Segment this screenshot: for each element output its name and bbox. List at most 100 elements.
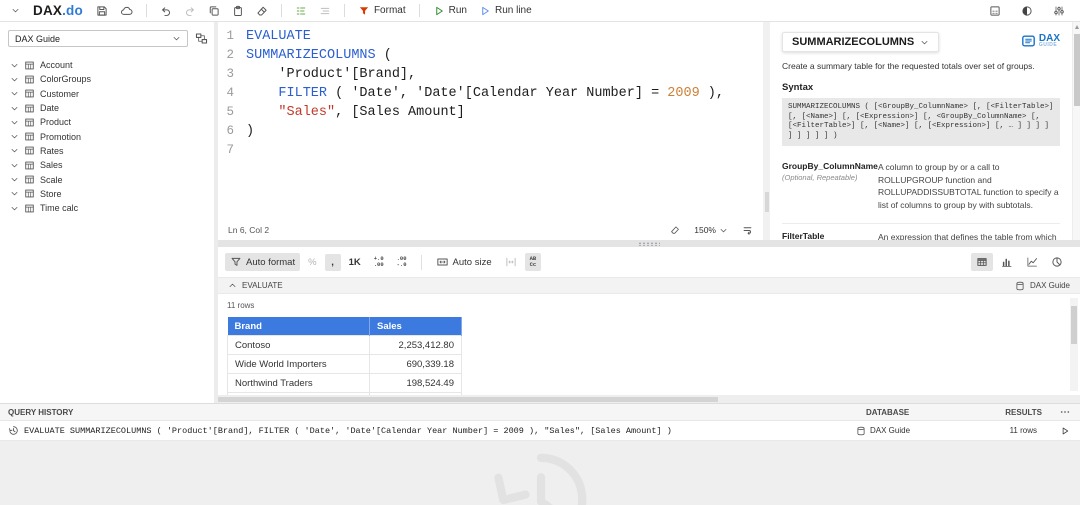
code-line-4[interactable]: 4 FILTER ( 'Date', 'Date'[Calendar Year … [218,84,763,103]
table-icon [24,203,35,214]
dax-editor[interactable]: 1 EVALUATE 2 SUMMARIZECOLUMNS (3 'Product'[… [218,22,763,240]
auto-format-button[interactable]: Auto format [225,253,301,271]
column-header-sales[interactable]: Sales [369,317,462,336]
undo-button[interactable] [157,4,175,18]
save-button[interactable] [93,4,111,18]
history-run-button[interactable] [1042,426,1070,436]
code-line-2[interactable]: 2 SUMMARIZECOLUMNS ( [218,46,763,65]
expand-lines-button[interactable] [292,4,310,18]
code-line-6[interactable]: 6) [218,122,763,141]
tree-chevron-icon [10,189,19,198]
redo-icon [184,5,196,17]
table-row: Northwind Traders 198,524.49 [227,373,462,393]
run-label: Run [448,5,467,16]
bar-chart-button[interactable] [996,253,1018,271]
sidebar-table-account[interactable]: Account [0,58,214,72]
comma-button[interactable]: , [324,253,341,271]
code-line-3[interactable]: 3 'Product'[Brand], [218,65,763,84]
run-button[interactable]: Run [430,4,470,18]
results-scrollbar[interactable] [1070,298,1078,391]
sidebar-table-sales[interactable]: Sales [0,158,214,172]
history-watermark-icon [483,441,599,505]
results-hscrollbar[interactable] [218,395,1080,403]
table-label: ColorGroups [40,74,92,85]
results-splitter[interactable] [218,240,1080,247]
auto-size-button[interactable]: Auto size [431,253,497,271]
layout-button[interactable] [986,4,1004,18]
paste-icon [232,5,244,17]
code-line-5[interactable]: 5 "Sales", [Sales Amount] [218,103,763,122]
theme-button[interactable] [1018,4,1036,18]
clear-editor-button[interactable] [253,4,271,18]
results-scroll-thumb[interactable] [1071,306,1077,344]
docs-scroll-thumb[interactable] [1074,34,1080,106]
percent-button[interactable]: % [303,254,321,271]
format-button[interactable]: Format [355,4,409,18]
sidebar-table-rates[interactable]: Rates [0,144,214,158]
table-label: Account [40,60,73,71]
sidebar-table-product[interactable]: Product [0,115,214,129]
parameter-name: FilterTable [782,231,825,240]
redo-button[interactable] [181,4,199,18]
paste-button[interactable] [229,4,247,18]
logo-do: .do [62,3,83,18]
history-menu-button[interactable]: ⋯ [1042,407,1070,418]
results-hscroll-thumb[interactable] [218,396,718,402]
layout-icon [989,5,1001,17]
model-sidebar: DAX Guide Account ColorGroups Customer Date… [0,22,214,403]
editor-docs-section: 1 EVALUATE 2 SUMMARIZECOLUMNS (3 'Product'[… [218,22,1080,240]
bar-chart-icon [1001,256,1013,268]
splitter-thumb[interactable] [764,192,769,213]
history-entry[interactable]: EVALUATE SUMMARIZECOLUMNS ( 'Product'[Br… [0,421,1080,441]
word-wrap-icon[interactable] [742,225,753,236]
eraser-icon[interactable] [670,225,680,235]
sidebar-table-customer[interactable]: Customer [0,87,214,101]
sales-cell: 2,253,412.80 [369,335,462,355]
sidebar-table-date[interactable]: Date [0,101,214,115]
increase-decimals-button[interactable]: +.0.00 [369,253,389,271]
collapse-lines-button[interactable] [316,4,334,18]
line-chart-button[interactable] [1021,253,1043,271]
tree-chevron-icon [10,89,19,98]
tree-chevron-icon [10,204,19,213]
sidebar-table-scale[interactable]: Scale [0,172,214,186]
copy-button[interactable] [205,4,223,18]
code-line-1[interactable]: 1 EVALUATE [218,27,763,46]
share-button[interactable] [117,4,136,18]
run-icon [433,5,445,17]
toolbar-collapse-button[interactable] [8,5,23,16]
editor-zoom-control[interactable]: 150% [694,225,728,235]
column-header-brand[interactable]: Brand [227,317,370,336]
undo-icon [160,5,172,17]
auto-case-button[interactable]: AB Cc [524,253,542,271]
model-selector-dropdown[interactable]: DAX Guide [8,30,188,47]
sidebar-table-time-calc[interactable]: Time calc [0,201,214,215]
code-area[interactable]: 1 EVALUATE 2 SUMMARIZECOLUMNS (3 'Product'[… [218,22,763,220]
sidebar-table-colorgroups[interactable]: ColorGroups [0,72,214,86]
code-line-7[interactable]: 7 [218,141,763,160]
fit-width-button[interactable] [500,253,522,271]
line-number: 3 [226,67,234,81]
parameter-row: GroupBy_ColumnName (Optional, Repeatable)… [782,154,1060,217]
thousands-button[interactable]: 1K [344,254,366,271]
manage-relationships-icon[interactable] [195,32,208,45]
syntax-block: SUMMARIZECOLUMNS ( [<GroupBy_ColumnName>… [782,98,1060,146]
pie-chart-button[interactable] [1046,253,1068,271]
query-history-rows: EVALUATE SUMMARIZECOLUMNS ( 'Product'[Br… [0,421,1080,441]
auto-format-icon [230,256,242,268]
function-selector-dropdown[interactable]: SUMMARIZECOLUMNS [782,32,940,52]
decrease-decimals-button[interactable]: .00 -.0 [392,253,412,271]
editor-docs-splitter[interactable] [763,22,770,240]
history-database: DAX Guide [856,426,974,436]
table-icon [24,60,35,71]
results-section-toggle[interactable]: EVALUATE [228,281,283,290]
docs-scrollbar[interactable] [1072,22,1080,240]
run-line-button[interactable]: Run line [476,4,535,18]
sidebar-table-store[interactable]: Store [0,187,214,201]
sidebar-table-promotion[interactable]: Promotion [0,129,214,143]
dax-guide-logo[interactable]: DAX GUIDE [1021,34,1060,48]
table-icon [24,174,35,185]
table-view-button[interactable] [971,253,993,271]
table-label: Product [40,117,72,128]
settings-button[interactable] [1050,4,1068,18]
